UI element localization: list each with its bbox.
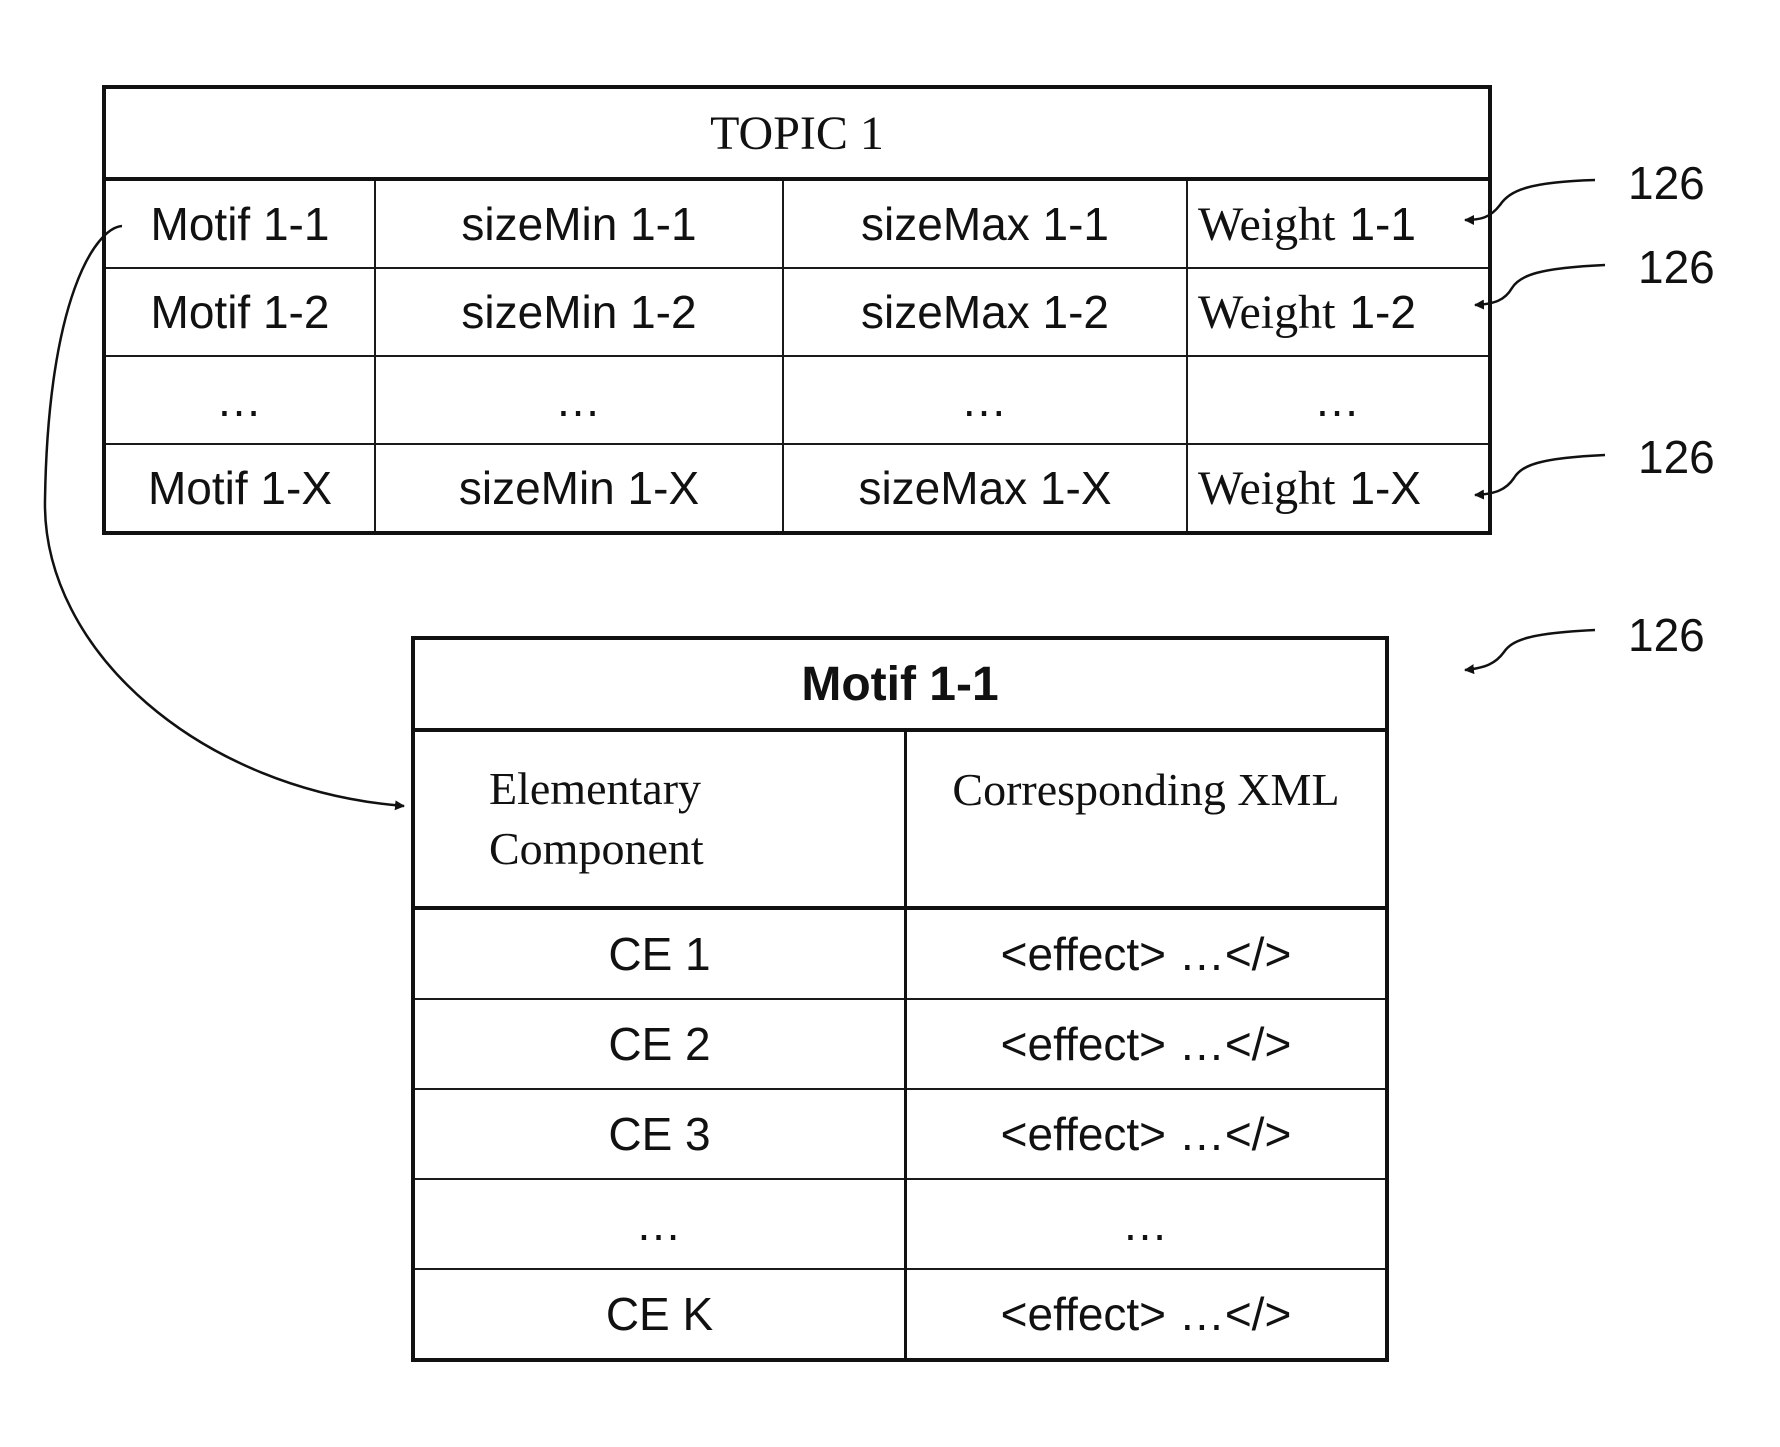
connector-layer: [43, 178, 1606, 811]
motif-link-arrow: [43, 224, 405, 811]
leader-arrow: [1464, 628, 1596, 675]
leader-arrow: [1474, 453, 1606, 500]
leader-arrow: [1474, 263, 1606, 310]
leader-arrow: [1464, 178, 1596, 225]
